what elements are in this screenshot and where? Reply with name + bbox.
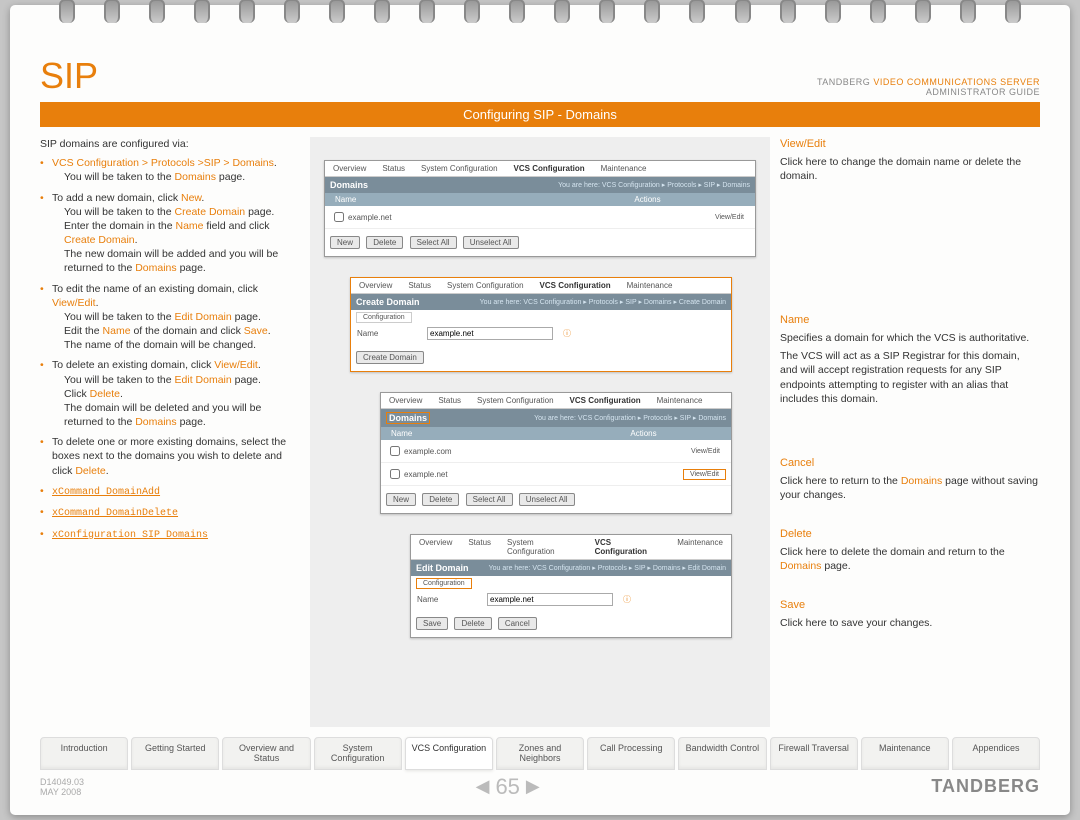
tab-overview-status[interactable]: Overview and Status	[222, 737, 310, 770]
tab-vcs-config[interactable]: VCS Configuration	[405, 737, 493, 770]
cancel-button[interactable]: Cancel	[498, 617, 537, 630]
cmd-link-sip-domains[interactable]: xConfiguration SIP Domains	[52, 530, 208, 541]
spiral-binding	[10, 5, 1070, 35]
delete-button[interactable]: Delete	[454, 617, 491, 630]
tab-zones-neighbors[interactable]: Zones and Neighbors	[496, 737, 584, 770]
nav-path-link[interactable]: VCS Configuration > Protocols >SIP > Dom…	[52, 157, 274, 169]
callout-cancel-heading: Cancel	[780, 456, 1040, 471]
save-button[interactable]: Save	[416, 617, 448, 630]
tab-system-config[interactable]: System Configuration	[314, 737, 402, 770]
section-title-bar: Configuring SIP - Domains	[40, 102, 1040, 127]
edit-name-field[interactable]	[487, 593, 613, 606]
screenshot-domains-list-1: Overview Status System Configuration VCS…	[324, 160, 756, 257]
callout-name-heading: Name	[780, 313, 1040, 328]
tab-maintenance[interactable]: Maintenance	[861, 737, 949, 770]
callout-save-heading: Save	[780, 598, 1040, 613]
name-field[interactable]	[427, 327, 553, 340]
tab-bandwidth[interactable]: Bandwidth Control	[678, 737, 766, 770]
view-edit-link[interactable]: View/Edit	[683, 469, 726, 480]
doc-id: D14049.03 MAY 2008	[40, 777, 84, 797]
page-title: SIP	[40, 55, 98, 97]
screenshot-column: Overview Status System Configuration VCS…	[310, 137, 770, 727]
tab-firewall[interactable]: Firewall Traversal	[770, 737, 858, 770]
callout-delete-heading: Delete	[780, 527, 1040, 542]
doc-header: TANDBERG VIDEO COMMUNICATIONS SERVER ADM…	[817, 77, 1040, 97]
callouts-column: View/Edit Click here to change the domai…	[780, 137, 1040, 727]
tab-appendices[interactable]: Appendices	[952, 737, 1040, 770]
screenshot-create-domain: Overview Status System Configuration VCS…	[350, 277, 732, 372]
screenshot-edit-domain: Overview Status System Configuration VCS…	[410, 534, 732, 638]
tab-getting-started[interactable]: Getting Started	[131, 737, 219, 770]
next-page-icon[interactable]: ▶	[526, 776, 540, 797]
cmd-link-domain-add[interactable]: xCommand DomainAdd	[52, 487, 160, 498]
nav-tabs: Introduction Getting Started Overview an…	[40, 737, 1040, 770]
screenshot-domains-list-2: Overview Status System Configuration VCS…	[380, 392, 732, 514]
create-domain-button[interactable]: Create Domain	[356, 351, 424, 364]
tab-introduction[interactable]: Introduction	[40, 737, 128, 770]
new-button[interactable]: New	[330, 236, 360, 249]
page-number: ◀ 65 ▶	[476, 774, 540, 800]
brand-logo: TANDBERG	[931, 776, 1040, 797]
callout-view-edit-heading: View/Edit	[780, 137, 1040, 152]
cmd-link-domain-delete[interactable]: xCommand DomainDelete	[52, 508, 178, 519]
prev-page-icon[interactable]: ◀	[476, 776, 490, 797]
tab-call-processing[interactable]: Call Processing	[587, 737, 675, 770]
instructions-column: SIP domains are configured via: VCS Conf…	[40, 137, 300, 727]
